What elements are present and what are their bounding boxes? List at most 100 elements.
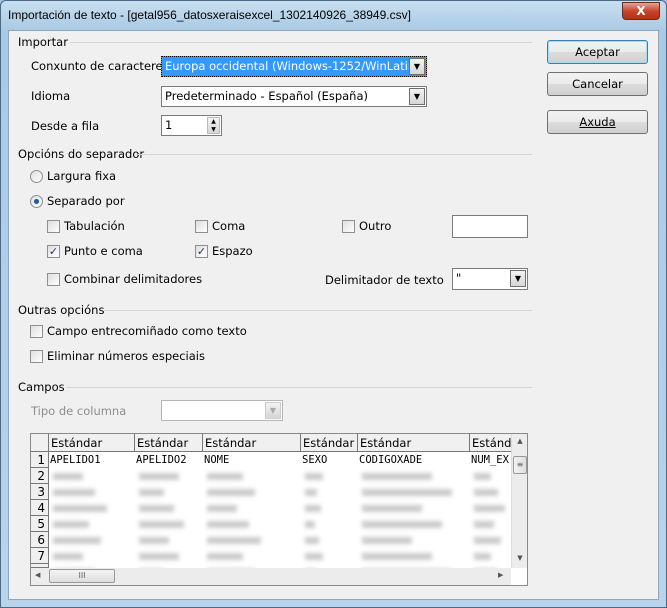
redacted-cell xyxy=(362,473,432,480)
fixed-width-radio[interactable] xyxy=(30,170,43,183)
redacted-cell xyxy=(139,553,179,560)
separated-by-radio[interactable] xyxy=(30,195,43,208)
import-section-title: Importar xyxy=(18,35,68,49)
chevron-down-icon[interactable]: ▼ xyxy=(409,88,425,105)
redacted-cell xyxy=(362,521,442,528)
redacted-cell xyxy=(53,489,95,496)
scroll-thumb[interactable]: III xyxy=(49,569,115,583)
redacted-cell xyxy=(139,489,164,496)
redacted-cell xyxy=(207,537,261,544)
column-header[interactable]: Estándar xyxy=(135,434,203,452)
redacted-cell xyxy=(53,505,107,512)
quoted-as-text-checkbox[interactable] xyxy=(30,325,43,338)
column-type-select[interactable]: ▼ xyxy=(161,400,283,421)
space-label: Espazo xyxy=(212,244,253,258)
horizontal-scrollbar[interactable]: ◀ III ▶ xyxy=(31,568,511,585)
special-numbers-checkbox[interactable] xyxy=(30,350,43,363)
text-delimiter-select[interactable]: " ▼ xyxy=(452,268,528,290)
column-header[interactable]: Estándar xyxy=(203,434,301,452)
scroll-right-icon[interactable]: ▶ xyxy=(498,571,503,579)
tab-checkbox[interactable] xyxy=(47,220,60,233)
redacted-cell xyxy=(362,489,452,496)
text-delimiter-label: Delimitador de texto xyxy=(325,273,444,287)
semicolon-checkbox[interactable]: ✓ xyxy=(47,245,60,258)
merge-delimiters-label: Combinar delimitadores xyxy=(64,272,203,286)
text-delimiter-value: " xyxy=(456,271,462,285)
redacted-cell xyxy=(305,489,317,496)
column-header[interactable]: Estándar xyxy=(358,434,470,452)
from-row-label: Desde a fila xyxy=(31,119,100,133)
comma-label: Coma xyxy=(212,219,246,233)
column-header[interactable]: Estándar xyxy=(470,434,511,452)
redacted-cell xyxy=(53,537,101,544)
column-header[interactable]: Estándar xyxy=(301,434,358,452)
scroll-thumb[interactable]: ≡ xyxy=(513,456,527,474)
from-row-spinner[interactable]: 1 ▲ ▼ xyxy=(161,115,222,136)
separated-by-label: Separado por xyxy=(47,194,125,208)
special-numbers-label: Eliminar números especiais xyxy=(47,349,205,363)
redacted-cell xyxy=(207,473,243,480)
redacted-cell xyxy=(207,553,243,560)
redacted-cell xyxy=(305,553,323,560)
redacted-cell xyxy=(139,521,184,528)
redacted-cell xyxy=(207,505,237,512)
divider xyxy=(66,387,532,388)
redacted-cell xyxy=(474,505,505,512)
redacted-cell xyxy=(207,521,249,528)
language-label: Idioma xyxy=(31,89,71,103)
language-select[interactable]: Predeterminado - Español (España) ▼ xyxy=(161,86,427,107)
preview-grid[interactable]: Estándar Estándar Estándar Estándar Está… xyxy=(30,433,528,586)
grid-cell: NOME xyxy=(204,454,230,466)
chevron-down-icon[interactable]: ▼ xyxy=(265,402,281,419)
redacted-cell xyxy=(362,505,422,512)
quoted-as-text-label: Campo entrecomiñado como texto xyxy=(47,324,247,338)
charset-select[interactable]: Europa occidental (Windows-1252/WinLatin… xyxy=(161,56,427,77)
column-header[interactable]: Estándar xyxy=(49,434,135,452)
redacted-cell xyxy=(139,505,174,512)
help-label: Axuda xyxy=(579,115,616,129)
corner-cell xyxy=(31,434,49,452)
space-checkbox[interactable]: ✓ xyxy=(195,245,208,258)
row-number: 5 xyxy=(31,516,49,532)
row-number: 7 xyxy=(31,548,49,564)
vertical-scrollbar[interactable]: ▲ ≡ ▼ xyxy=(511,434,527,568)
row-number: 1 xyxy=(31,452,49,468)
ok-button[interactable]: Aceptar xyxy=(547,40,648,64)
redacted-cell xyxy=(474,489,498,496)
row-number: 3 xyxy=(31,484,49,500)
separator-section-title: Opcións do separador xyxy=(18,147,145,161)
window-title: Importación de texto - [getal956_datosxe… xyxy=(8,8,411,22)
redacted-cell xyxy=(305,473,323,480)
redacted-cell xyxy=(362,553,432,560)
cancel-button[interactable]: Cancelar xyxy=(547,72,648,96)
scroll-up-icon[interactable]: ▲ xyxy=(512,437,527,445)
comma-checkbox[interactable] xyxy=(195,220,208,233)
redacted-cell xyxy=(305,537,319,544)
column-type-label: Tipo de columna xyxy=(31,404,127,418)
grid-cell: NUM_EX xyxy=(471,454,509,466)
divider xyxy=(138,154,532,155)
other-checkbox[interactable] xyxy=(342,220,355,233)
semicolon-label: Punto e coma xyxy=(64,244,143,258)
help-button[interactable]: Axuda xyxy=(547,110,648,134)
redacted-cell xyxy=(474,473,491,480)
chevron-down-icon[interactable]: ▼ xyxy=(510,270,526,287)
charset-label: Conxunto de caracteres xyxy=(31,59,169,73)
divider xyxy=(70,42,532,43)
chevron-down-icon[interactable]: ▼ xyxy=(409,58,425,75)
close-button[interactable]: X xyxy=(622,2,660,20)
scroll-down-icon[interactable]: ▼ xyxy=(512,554,527,562)
spin-arrows-icon[interactable]: ▲ ▼ xyxy=(207,117,220,134)
row-number: 4 xyxy=(31,500,49,516)
redacted-cell xyxy=(474,521,495,528)
merge-delimiters-checkbox[interactable] xyxy=(47,273,60,286)
scroll-left-icon[interactable]: ◀ xyxy=(35,571,40,579)
redacted-cell xyxy=(474,553,491,560)
row-number: 2 xyxy=(31,468,49,484)
grid-cell: CODIGOXADE xyxy=(359,454,423,466)
redacted-cell xyxy=(53,521,89,528)
other-input[interactable] xyxy=(452,215,528,238)
redacted-cell xyxy=(305,521,315,528)
tab-label: Tabulación xyxy=(64,219,125,233)
from-row-value: 1 xyxy=(165,118,173,132)
